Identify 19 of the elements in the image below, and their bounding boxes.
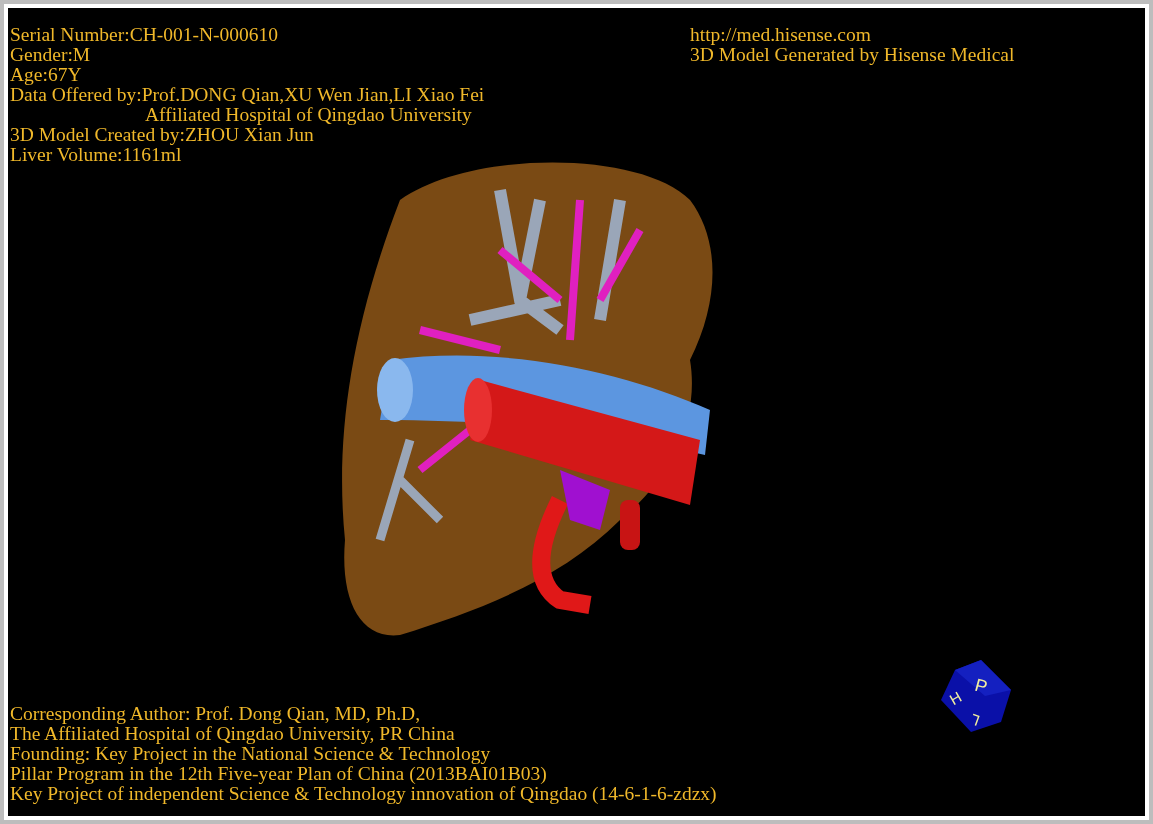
info-text: 3D Model Created by:ZHOU Xian Jun	[10, 125, 315, 145]
info-text: Age:67Y	[10, 65, 83, 85]
info-text: Gender:M	[10, 45, 92, 65]
face-label: P	[972, 674, 990, 698]
info-text: Founding: Key Project in the National Science & Technology	[10, 744, 492, 764]
face-label: H	[946, 687, 965, 709]
info-text: The Affiliated Hospital of Qingdao University, PR China	[10, 724, 456, 744]
info-text: Liver Volume:1161ml	[10, 145, 182, 165]
info-text: Corresponding Author: Prof. Dong Qian, MD, Ph.D,	[10, 704, 422, 724]
info-text: Key Project of independent Science & Technology innovation of Qingdao (14-6-1-6-zdzx)	[10, 784, 717, 804]
info-text: 3D Model Generated by Hisense Medical	[690, 45, 1015, 65]
viewport[interactable]	[4, 4, 1149, 820]
info-text: Serial Number:CH-001-N-000610	[10, 25, 280, 45]
info-text: http://med.hisense.com	[690, 25, 872, 45]
info-text: Pillar Program in the 12th Five-year Plan of China (2013BAI01B03)	[10, 764, 548, 784]
orientation-cube[interactable]: H P L	[941, 660, 1013, 734]
info-text: Affiliated Hospital of Qingdao University	[145, 105, 473, 125]
face-label: L	[968, 710, 982, 730]
info-text: Data Offered by:Prof.DONG Qian,XU Wen Jian,LI Xiao Fei	[10, 85, 486, 105]
